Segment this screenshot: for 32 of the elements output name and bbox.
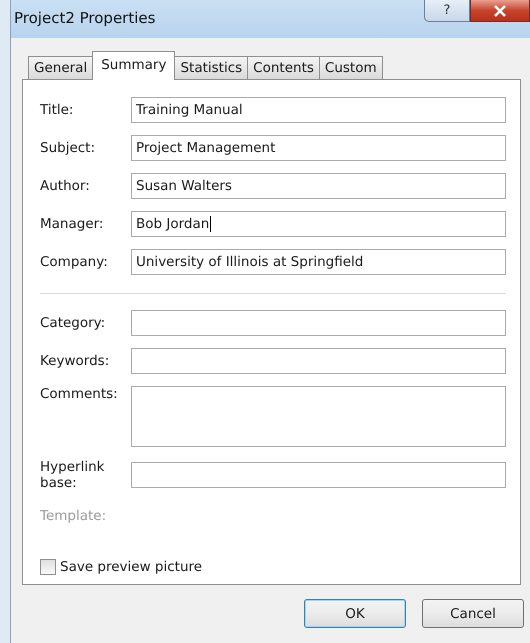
field-label: Hyperlink base: xyxy=(40,459,106,491)
text-field[interactable]: Training Manual xyxy=(131,97,506,123)
tab[interactable]: General xyxy=(28,56,94,79)
text-field[interactable] xyxy=(131,348,506,374)
text-field[interactable] xyxy=(131,310,506,336)
field-label: Company: xyxy=(40,254,109,270)
tab[interactable]: Summary xyxy=(92,51,176,80)
field-label: Manager: xyxy=(40,216,104,232)
comments-field[interactable] xyxy=(131,386,506,447)
tab[interactable]: Contents xyxy=(247,56,320,79)
text-field[interactable]: Susan Walters xyxy=(131,173,506,199)
field-label: Subject: xyxy=(40,140,96,156)
tab[interactable]: Statistics xyxy=(174,56,248,79)
tab[interactable]: Custom xyxy=(318,56,383,79)
help-button[interactable]: ? xyxy=(424,0,470,22)
field-label: Title: xyxy=(40,102,74,118)
cancel-button[interactable]: Cancel xyxy=(422,599,524,628)
field-label: Category: xyxy=(40,315,106,331)
close-icon xyxy=(493,4,507,16)
ok-button[interactable]: OK xyxy=(304,599,406,628)
checkbox-label: Save preview picture xyxy=(60,559,202,575)
field-label: Keywords: xyxy=(40,353,110,369)
checkbox[interactable] xyxy=(40,559,56,575)
text-field[interactable]: University of Illinois at Springfield xyxy=(131,249,506,275)
text-field[interactable] xyxy=(131,462,506,488)
field-label: Comments: xyxy=(40,386,119,402)
window-title: Project2 Properties xyxy=(14,9,156,27)
close-button[interactable] xyxy=(470,0,530,22)
text-field[interactable]: Bob Jordan xyxy=(131,211,506,237)
field-label: Template: xyxy=(40,508,108,524)
text-field[interactable]: Project Management xyxy=(131,135,506,161)
field-label: Author: xyxy=(40,178,91,194)
